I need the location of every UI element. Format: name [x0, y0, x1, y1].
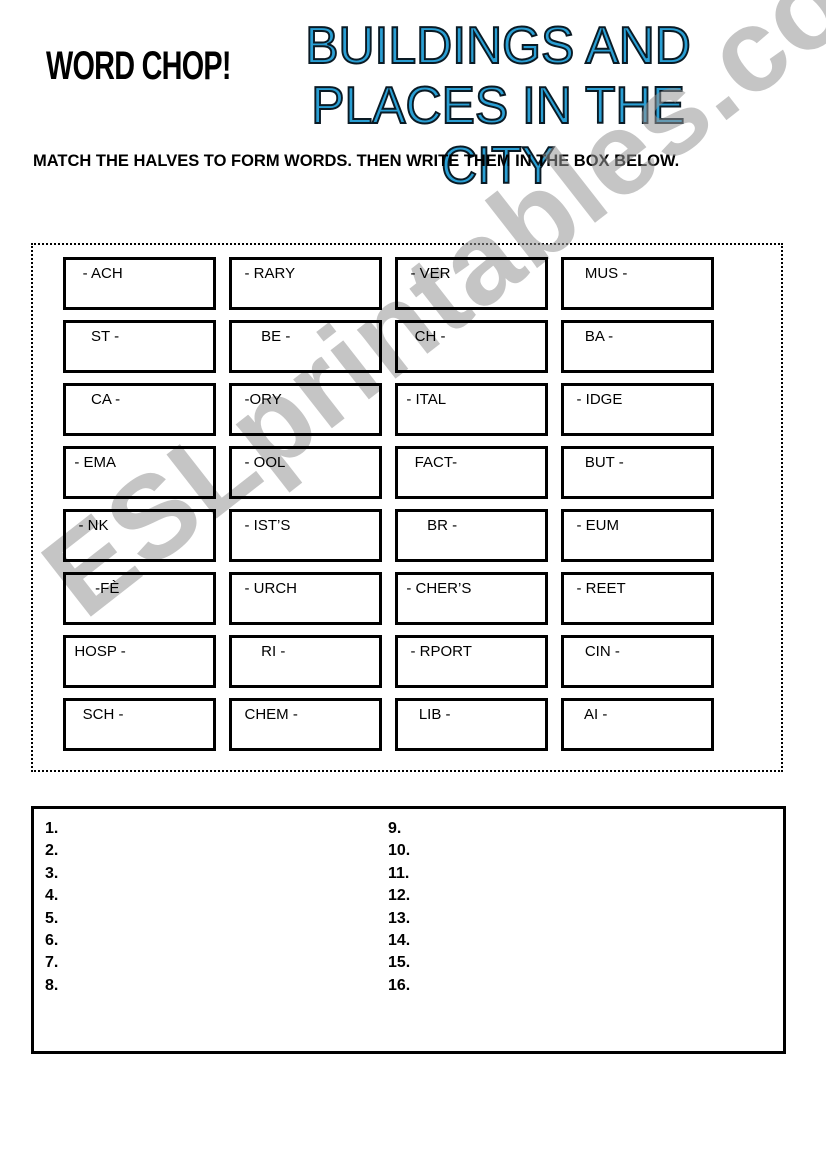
word-half-card[interactable]: - CHER’S	[395, 572, 548, 625]
word-half-text: - EUM	[564, 517, 620, 534]
word-half-card[interactable]: - VER	[395, 257, 548, 310]
instructions: MATCH THE HALVES TO FORM WORDS. THEN WRI…	[33, 152, 680, 170]
word-half-card[interactable]: - RPORT	[395, 635, 548, 688]
answer-column-left: 1. 2. 3. 4. 5. 6. 7. 8.	[45, 818, 58, 997]
word-halves-grid: - ACH - RARY - VER MUS - ST - BE - CH - …	[63, 257, 714, 751]
answer-line[interactable]: 5.	[45, 908, 58, 930]
answer-line[interactable]: 4.	[45, 885, 58, 907]
word-half-card[interactable]: MUS -	[561, 257, 714, 310]
word-half-card[interactable]: - NK	[63, 509, 216, 562]
word-half-card[interactable]: - ITAL	[395, 383, 548, 436]
answer-line[interactable]: 13.	[388, 908, 410, 930]
word-half-card[interactable]: HOSP -	[63, 635, 216, 688]
word-half-card[interactable]: BR -	[395, 509, 548, 562]
word-half-text: - ITAL	[398, 391, 447, 408]
word-half-text: MUS -	[564, 265, 628, 282]
word-half-card[interactable]: CH -	[395, 320, 548, 373]
word-half-card[interactable]: - IST’S	[229, 509, 382, 562]
word-half-card[interactable]: CIN -	[561, 635, 714, 688]
word-half-text: - URCH	[232, 580, 298, 597]
word-half-text: ST -	[66, 328, 120, 345]
word-half-text: BUT -	[564, 454, 624, 471]
word-half-card[interactable]: - EMA	[63, 446, 216, 499]
word-half-text: BR -	[398, 517, 458, 534]
title-line-2: PLACES IN THE CITY	[310, 76, 686, 196]
word-half-text: - VER	[398, 265, 451, 282]
answer-line[interactable]: 16.	[388, 975, 410, 997]
word-half-text: CIN -	[564, 643, 620, 660]
word-half-card[interactable]: LIB -	[395, 698, 548, 751]
word-half-text: - EMA	[66, 454, 117, 471]
answer-line[interactable]: 8.	[45, 975, 58, 997]
word-half-text: CHEM -	[232, 706, 298, 723]
answer-line[interactable]: 10.	[388, 840, 410, 862]
word-half-text: RI -	[232, 643, 286, 660]
word-half-card[interactable]: BE -	[229, 320, 382, 373]
word-half-text: FACT-	[398, 454, 458, 471]
answer-box[interactable]: 1. 2. 3. 4. 5. 6. 7. 8. 9. 10. 11. 12. 1…	[31, 806, 786, 1054]
word-half-text: - ACH	[66, 265, 123, 282]
word-half-text: BA -	[564, 328, 614, 345]
answer-line[interactable]: 9.	[388, 818, 410, 840]
answer-line[interactable]: 11.	[388, 863, 410, 885]
word-half-card[interactable]: - ACH	[63, 257, 216, 310]
word-half-text: - NK	[66, 517, 109, 534]
answer-line[interactable]: 1.	[45, 818, 58, 840]
word-half-text: - OOL	[232, 454, 286, 471]
word-half-card[interactable]: - OOL	[229, 446, 382, 499]
word-half-card[interactable]: - REET	[561, 572, 714, 625]
word-half-text: CA -	[66, 391, 121, 408]
word-half-card[interactable]: ST -	[63, 320, 216, 373]
word-half-text: - RPORT	[398, 643, 472, 660]
answer-line[interactable]: 2.	[45, 840, 58, 862]
word-half-card[interactable]: SCH -	[63, 698, 216, 751]
answer-column-right: 9. 10. 11. 12. 13. 14. 15. 16.	[388, 818, 410, 997]
word-half-card[interactable]: - URCH	[229, 572, 382, 625]
word-half-card[interactable]: - IDGE	[561, 383, 714, 436]
word-half-card[interactable]: - RARY	[229, 257, 382, 310]
answer-line[interactable]: 6.	[45, 930, 58, 952]
word-half-text: BE -	[232, 328, 291, 345]
word-half-text: AI -	[564, 706, 608, 723]
word-half-card[interactable]: - EUM	[561, 509, 714, 562]
word-half-text: - REET	[564, 580, 626, 597]
word-half-card[interactable]: RI -	[229, 635, 382, 688]
word-half-card[interactable]: AI -	[561, 698, 714, 751]
word-half-card[interactable]: -FÈ	[63, 572, 216, 625]
word-half-text: - CHER’S	[398, 580, 472, 597]
word-half-card[interactable]: FACT-	[395, 446, 548, 499]
word-half-card[interactable]: -ORY	[229, 383, 382, 436]
answer-line[interactable]: 15.	[388, 952, 410, 974]
answer-line[interactable]: 12.	[388, 885, 410, 907]
word-half-text: - IDGE	[564, 391, 623, 408]
word-half-text: SCH -	[66, 706, 124, 723]
word-half-text: CH -	[398, 328, 446, 345]
word-half-text: LIB -	[398, 706, 451, 723]
word-half-text: - IST’S	[232, 517, 291, 534]
answer-line[interactable]: 3.	[45, 863, 58, 885]
answer-line[interactable]: 7.	[45, 952, 58, 974]
word-half-card[interactable]: CA -	[63, 383, 216, 436]
word-half-text: -ORY	[232, 391, 282, 408]
answer-line[interactable]: 14.	[388, 930, 410, 952]
word-half-text: -FÈ	[66, 580, 120, 597]
word-half-card[interactable]: BUT -	[561, 446, 714, 499]
word-half-text: - RARY	[232, 265, 296, 282]
word-half-text: HOSP -	[66, 643, 126, 660]
word-half-card[interactable]: BA -	[561, 320, 714, 373]
title-line-1: BUILDINGS AND	[304, 16, 692, 76]
word-chop-badge: WORD CHOP!	[46, 44, 232, 88]
word-half-card[interactable]: CHEM -	[229, 698, 382, 751]
